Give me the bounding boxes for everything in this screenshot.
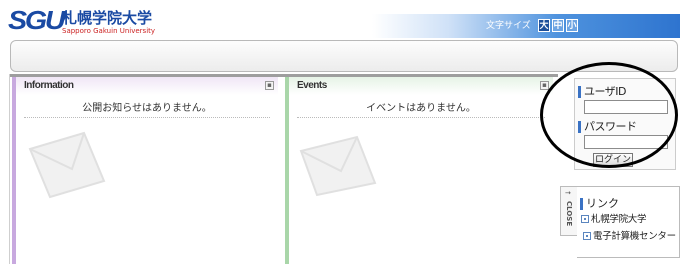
font-size-label: 文字サイズ [486,21,531,31]
events-collapse-button[interactable]: ▪ [540,81,549,90]
information-message: 公開お知らせはありません。 [24,100,270,118]
links-title-marker [580,198,583,210]
login-button[interactable]: ログイン [593,153,633,167]
close-label: CLOSE [565,201,573,227]
user-id-input[interactable] [584,100,668,114]
font-size-small-button[interactable]: 小 [566,19,578,32]
link-computer-center[interactable]: 電子計算機センター [583,231,676,243]
events-message: イベントはありません。 [297,100,545,118]
close-arrow-icon: → [565,189,571,197]
links-title: リンク [586,197,619,210]
information-collapse-button[interactable]: ▪ [265,81,274,90]
links-box: リンク 札幌学院大学 電子計算機センター [577,186,680,258]
user-id-marker [578,86,581,98]
password-input[interactable] [584,135,668,149]
font-size-medium-button[interactable]: 中 [552,19,564,32]
logo-name[interactable]: 札幌学院大学 [62,11,152,26]
envelope-icon [28,131,106,199]
top-navigation-bar [10,40,678,72]
information-panel: Information ▪ 公開お知らせはありません。 [12,77,278,264]
link-sapporo-gakuin-label[interactable]: 札幌学院大学 [591,214,647,225]
login-box: ユーザID パスワード ログイン [574,78,676,170]
link-sapporo-gakuin[interactable]: 札幌学院大学 [581,214,647,226]
logo-mark[interactable]: SGU [8,7,66,33]
information-title: Information [16,77,278,95]
logo-subtitle: Sapporo Gakuin University [62,27,156,35]
font-size-large-button[interactable]: 大 [538,19,550,32]
events-panel: Events ▪ イベントはありません。 [285,77,553,264]
events-title: Events [289,77,553,95]
link-bullet-icon [581,215,589,223]
link-bullet-icon [583,232,591,240]
envelope-icon [299,135,377,197]
links-close-tab[interactable]: → CLOSE [560,186,577,236]
content-left-border [9,74,10,264]
password-label: パスワード [584,120,637,133]
password-marker [578,121,581,133]
user-id-label: ユーザID [584,85,627,98]
link-computer-center-label[interactable]: 電子計算機センター [593,231,676,242]
